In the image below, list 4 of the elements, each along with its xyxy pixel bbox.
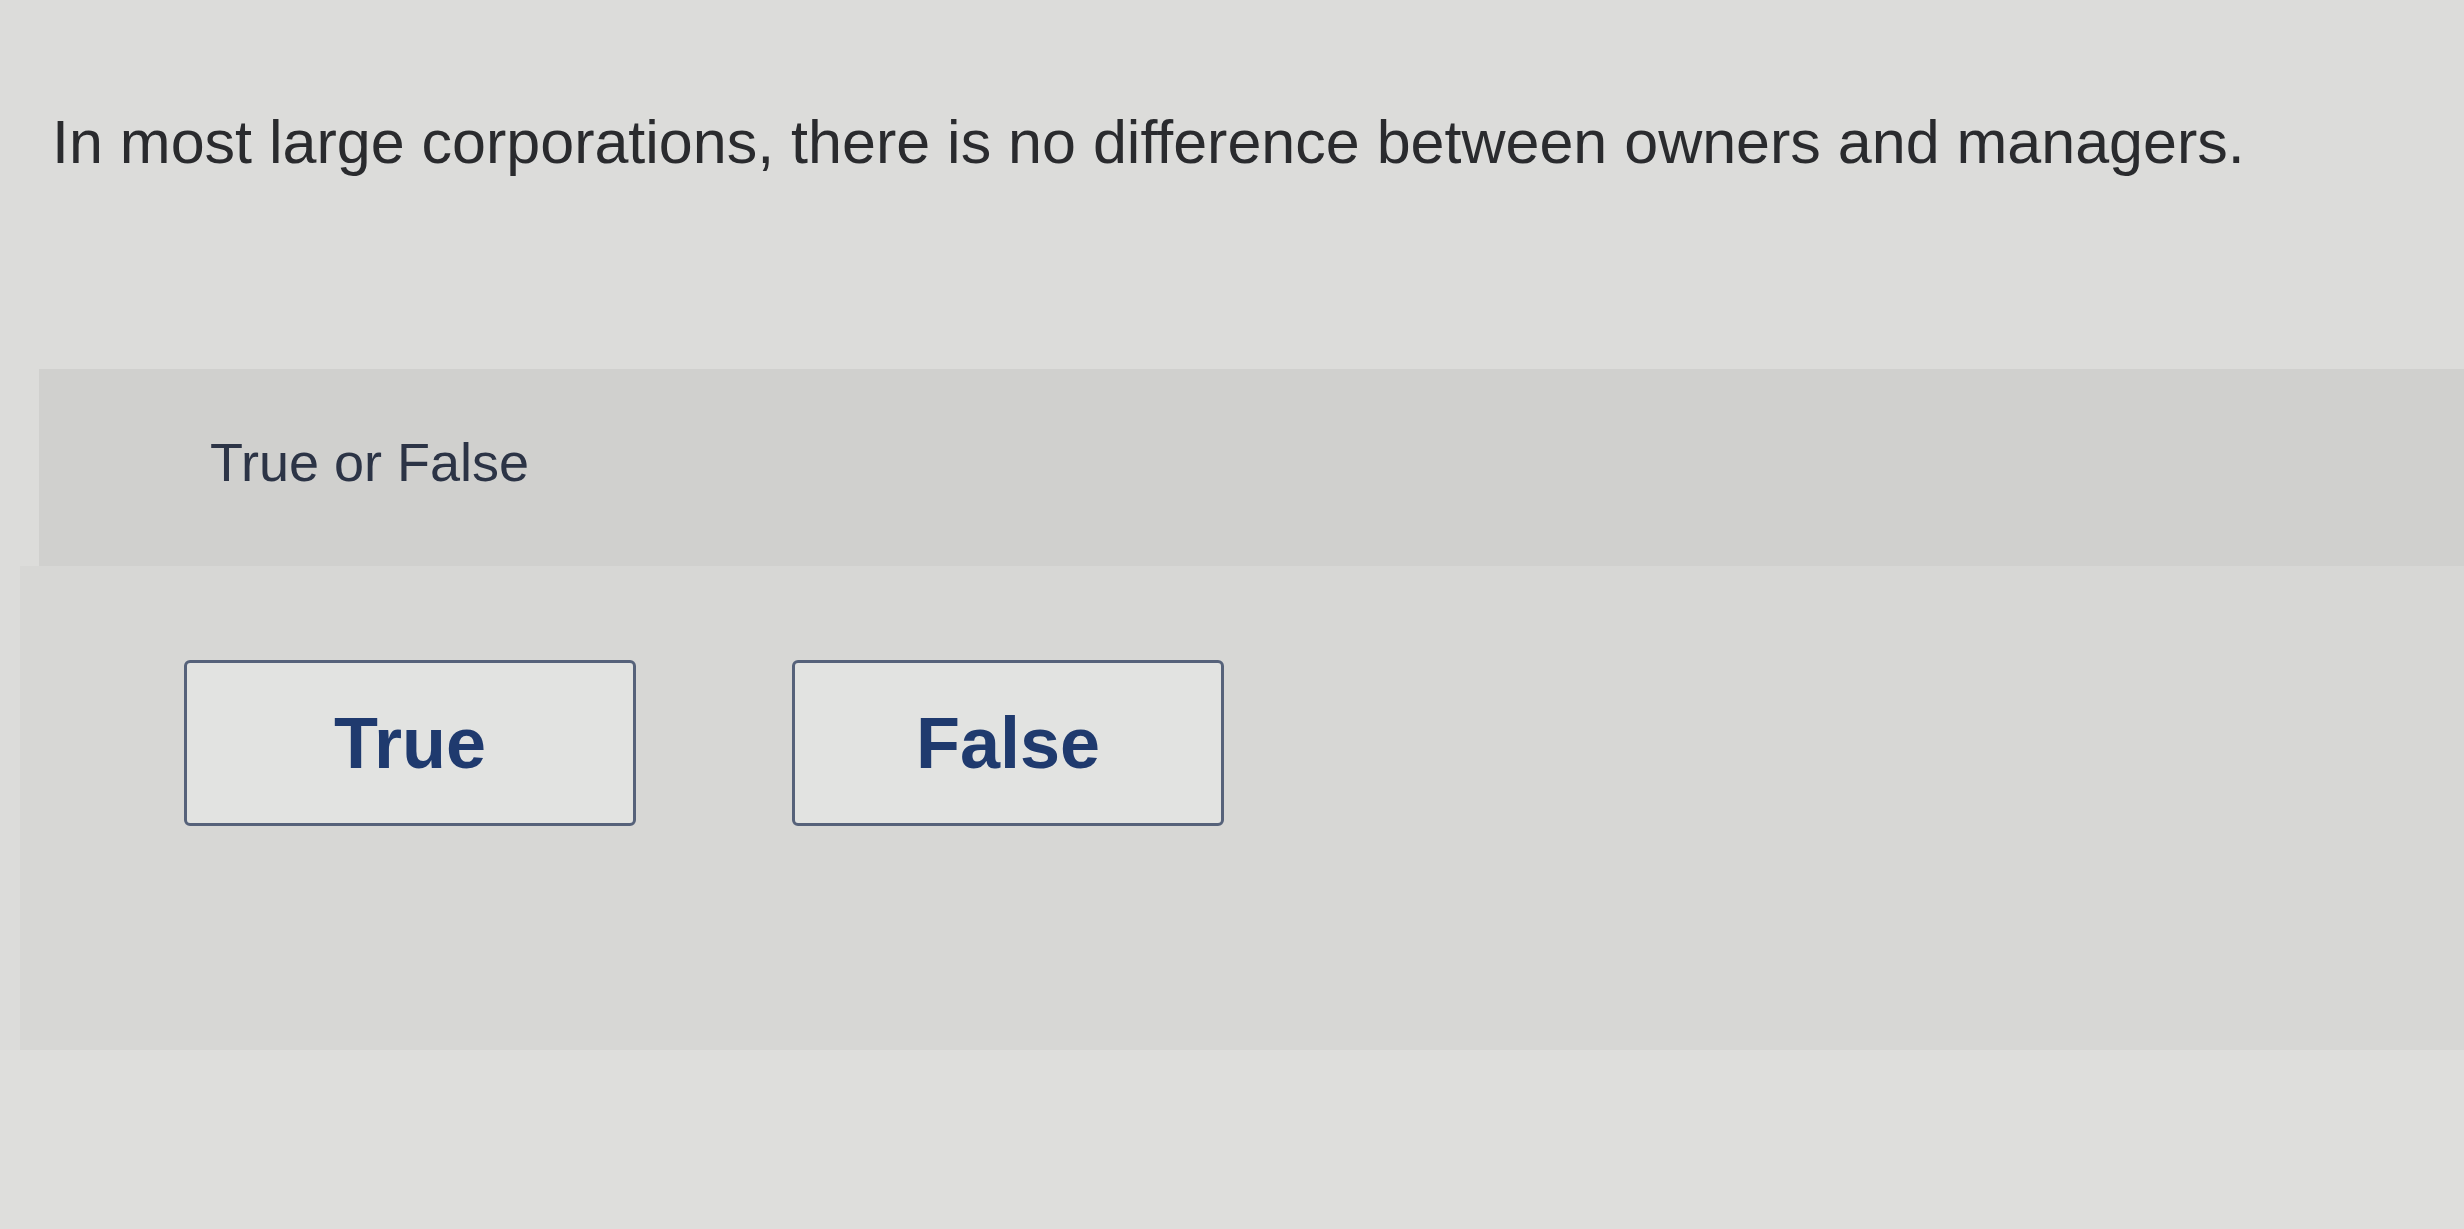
prompt-text: True or False: [210, 431, 530, 494]
answer-button[interactable]: True: [184, 660, 636, 826]
question-text: In most large corporations, there is no difference between owners and managers.: [52, 107, 2245, 178]
answer-button[interactable]: False: [792, 660, 1224, 826]
